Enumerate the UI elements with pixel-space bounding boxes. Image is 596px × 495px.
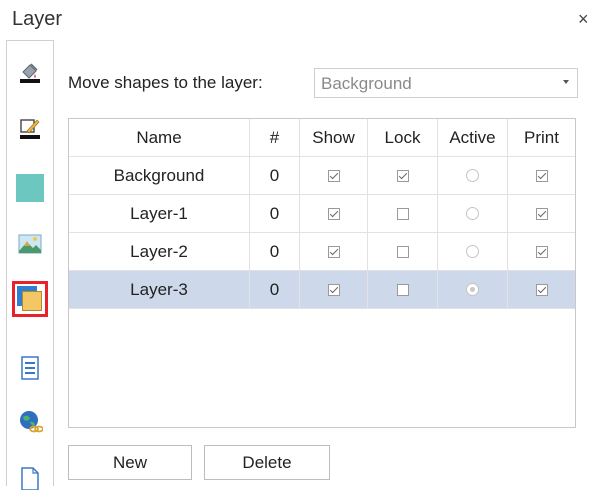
close-icon[interactable]: ×	[578, 9, 589, 30]
active-radio[interactable]	[466, 283, 479, 296]
header-name: Name	[69, 119, 250, 157]
layer-icon[interactable]	[12, 281, 48, 317]
chevron-down-icon[interactable]	[563, 80, 569, 84]
table-row[interactable]: Background 0	[69, 157, 575, 195]
active-radio[interactable]	[466, 207, 479, 220]
new-layer-button[interactable]: New	[68, 445, 192, 480]
table-header: Name # Show Lock Active Print	[69, 119, 575, 157]
show-checkbox[interactable]	[327, 207, 340, 220]
layer-count: 0	[250, 157, 300, 195]
lock-checkbox[interactable]	[396, 207, 409, 220]
layer-name[interactable]: Layer-2	[69, 233, 250, 271]
print-checkbox[interactable]	[535, 207, 548, 220]
active-radio[interactable]	[466, 245, 479, 258]
layer-count: 0	[250, 271, 300, 309]
layer-count: 0	[250, 195, 300, 233]
show-checkbox[interactable]	[327, 169, 340, 182]
header-lock: Lock	[368, 119, 438, 157]
picture-icon[interactable]	[13, 227, 47, 261]
fill-color-icon[interactable]	[13, 55, 47, 89]
lock-checkbox[interactable]	[396, 245, 409, 258]
active-radio[interactable]	[466, 169, 479, 182]
table-row[interactable]: Layer-3 0	[69, 271, 575, 309]
print-checkbox[interactable]	[535, 283, 548, 296]
page-list-icon[interactable]	[13, 351, 47, 385]
show-checkbox[interactable]	[327, 283, 340, 296]
side-toolbar	[6, 40, 54, 490]
layer-select[interactable]: Background	[314, 68, 578, 98]
document-icon[interactable]	[13, 461, 47, 495]
layer-name[interactable]: Background	[69, 157, 250, 195]
shape-fill-icon[interactable]	[13, 171, 47, 205]
layer-count: 0	[250, 233, 300, 271]
delete-layer-button[interactable]: Delete	[204, 445, 330, 480]
layer-name[interactable]: Layer-1	[69, 195, 250, 233]
header-count: #	[250, 119, 300, 157]
dialog-title: Layer	[12, 8, 63, 30]
table-row[interactable]: Layer-2 0	[69, 233, 575, 271]
header-active: Active	[438, 119, 508, 157]
header-show: Show	[300, 119, 368, 157]
show-checkbox[interactable]	[327, 245, 340, 258]
layer-name[interactable]: Layer-3	[69, 271, 250, 309]
lock-checkbox[interactable]	[396, 283, 409, 296]
layer-select-value: Background	[321, 74, 412, 93]
print-checkbox[interactable]	[535, 245, 548, 258]
line-style-icon[interactable]	[13, 111, 47, 145]
table-row[interactable]: Layer-1 0	[69, 195, 575, 233]
move-shapes-label: Move shapes to the layer:	[68, 73, 263, 92]
globe-link-icon[interactable]	[13, 405, 47, 439]
layers-table: Name # Show Lock Active Print Background…	[68, 118, 576, 428]
header-print: Print	[508, 119, 575, 157]
print-checkbox[interactable]	[535, 169, 548, 182]
lock-checkbox[interactable]	[396, 169, 409, 182]
